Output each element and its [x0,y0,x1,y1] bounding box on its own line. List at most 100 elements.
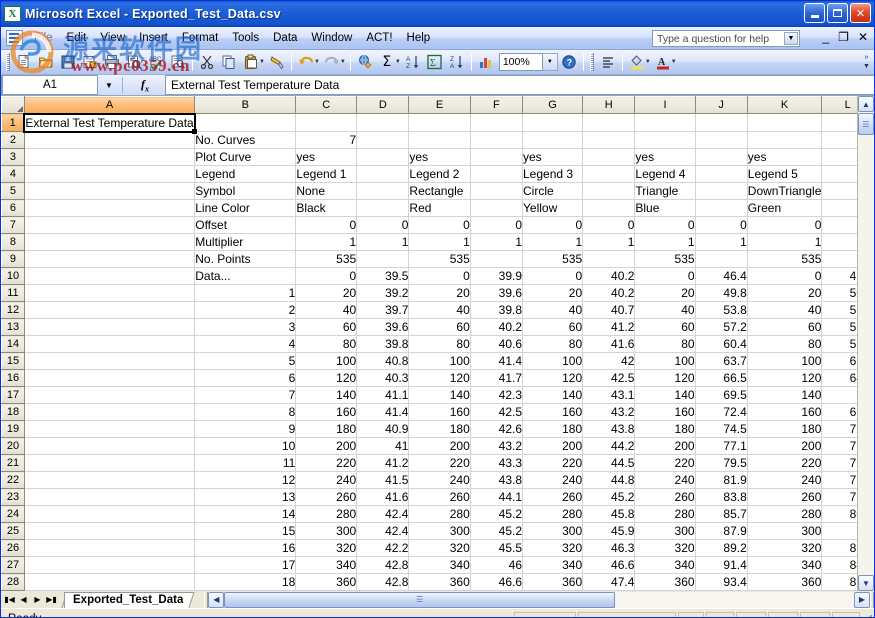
cell-F28[interactable]: 46.6 [470,574,522,591]
cell-K20[interactable]: 200 [747,438,822,455]
cell-K13[interactable]: 60 [747,319,822,336]
cell-I25[interactable]: 300 [635,523,695,540]
cell-D27[interactable]: 42.8 [357,557,409,574]
cell-A4[interactable] [24,166,194,183]
cell-H22[interactable]: 44.8 [583,472,635,489]
paste-button[interactable] [240,52,262,73]
cell-B22[interactable]: 12 [195,472,296,489]
name-box[interactable]: A1 [1,75,98,95]
cell-I3[interactable]: yes [635,149,695,166]
cell-J2[interactable] [695,132,747,149]
cell-C12[interactable]: 40 [296,302,357,319]
cell-I20[interactable]: 200 [635,438,695,455]
scroll-left-button[interactable]: ◀ [208,592,224,608]
cell-J19[interactable]: 74.5 [695,421,747,438]
cell-J13[interactable]: 57.2 [695,319,747,336]
cell-B3[interactable]: Plot Curve [195,149,296,166]
cell-K18[interactable]: 160 [747,404,822,421]
cell-K7[interactable]: 0 [747,217,822,234]
cell-K16[interactable]: 120 [747,370,822,387]
row-header-3[interactable]: 3 [2,149,25,166]
cell-I17[interactable]: 140 [635,387,695,404]
cell-D22[interactable]: 41.5 [357,472,409,489]
cell-K19[interactable]: 180 [747,421,822,438]
cell-F3[interactable] [470,149,522,166]
cell-E2[interactable] [409,132,470,149]
align-left-button[interactable] [597,52,619,73]
cell-J14[interactable]: 60.4 [695,336,747,353]
cell-F21[interactable]: 43.3 [470,455,522,472]
cell-D11[interactable]: 39.2 [357,285,409,302]
cell-G23[interactable]: 260 [523,489,583,506]
autosum-button[interactable]: Σ [376,52,398,73]
cell-K21[interactable]: 220 [747,455,822,472]
row-header-20[interactable]: 20 [2,438,25,455]
cell-E19[interactable]: 180 [409,421,470,438]
cell-K1[interactable] [747,114,822,132]
cell-F10[interactable]: 39.9 [470,268,522,285]
cell-H2[interactable] [583,132,635,149]
cell-B9[interactable]: No. Points [195,251,296,268]
cell-A5[interactable] [24,183,194,200]
cell-E8[interactable]: 1 [409,234,470,251]
menu-insert[interactable]: Insert [132,29,175,48]
cell-G28[interactable]: 360 [523,574,583,591]
cell-E10[interactable]: 0 [409,268,470,285]
cell-C2[interactable]: 7 [296,132,357,149]
cell-D24[interactable]: 42.4 [357,506,409,523]
cell-I7[interactable]: 0 [635,217,695,234]
cell-E17[interactable]: 140 [409,387,470,404]
cell-A8[interactable] [24,234,194,251]
cell-I11[interactable]: 20 [635,285,695,302]
menu-format[interactable]: Format [175,29,225,48]
cell-H8[interactable]: 1 [583,234,635,251]
cell-A25[interactable] [24,523,194,540]
cell-I27[interactable]: 340 [635,557,695,574]
cell-A1[interactable]: External Test Temperature Data [24,114,194,132]
cell-K15[interactable]: 100 [747,353,822,370]
cell-G24[interactable]: 280 [523,506,583,523]
cell-F25[interactable]: 45.2 [470,523,522,540]
previous-sheet-button[interactable]: ◀ [17,593,30,607]
cell-A22[interactable] [24,472,194,489]
cell-K5[interactable]: DownTriangle [747,183,822,200]
row-header-25[interactable]: 25 [2,523,25,540]
column-header-i[interactable]: I [635,97,695,114]
cell-A24[interactable] [24,506,194,523]
row-header-12[interactable]: 12 [2,302,25,319]
cell-G7[interactable]: 0 [523,217,583,234]
cell-A3[interactable] [24,149,194,166]
cell-A14[interactable] [24,336,194,353]
select-all-corner[interactable] [2,97,25,114]
fill-color-button[interactable] [626,52,648,73]
undo-button[interactable] [295,52,317,73]
cell-J12[interactable]: 53.8 [695,302,747,319]
scroll-down-button[interactable]: ▼ [858,575,874,591]
menu-file[interactable]: File [27,29,60,48]
cell-B14[interactable]: 4 [195,336,296,353]
cell-G17[interactable]: 140 [523,387,583,404]
cell-G9[interactable]: 535 [523,251,583,268]
cell-I21[interactable]: 220 [635,455,695,472]
cell-A17[interactable] [24,387,194,404]
cell-E20[interactable]: 200 [409,438,470,455]
cell-B1[interactable] [195,114,296,132]
cell-J8[interactable]: 1 [695,234,747,251]
row-header-8[interactable]: 8 [2,234,25,251]
cell-F27[interactable]: 46 [470,557,522,574]
cell-H6[interactable] [583,200,635,217]
cell-E3[interactable]: yes [409,149,470,166]
row-header-16[interactable]: 16 [2,370,25,387]
cell-D13[interactable]: 39.6 [357,319,409,336]
cell-H3[interactable] [583,149,635,166]
format-painter-button[interactable] [266,52,288,73]
cell-H15[interactable]: 42 [583,353,635,370]
cell-G5[interactable]: Circle [523,183,583,200]
open-button[interactable] [35,52,57,73]
cell-D16[interactable]: 40.3 [357,370,409,387]
cell-H4[interactable] [583,166,635,183]
row-header-4[interactable]: 4 [2,166,25,183]
cell-H11[interactable]: 40.2 [583,285,635,302]
cell-I18[interactable]: 160 [635,404,695,421]
column-header-a[interactable]: A [24,97,194,114]
